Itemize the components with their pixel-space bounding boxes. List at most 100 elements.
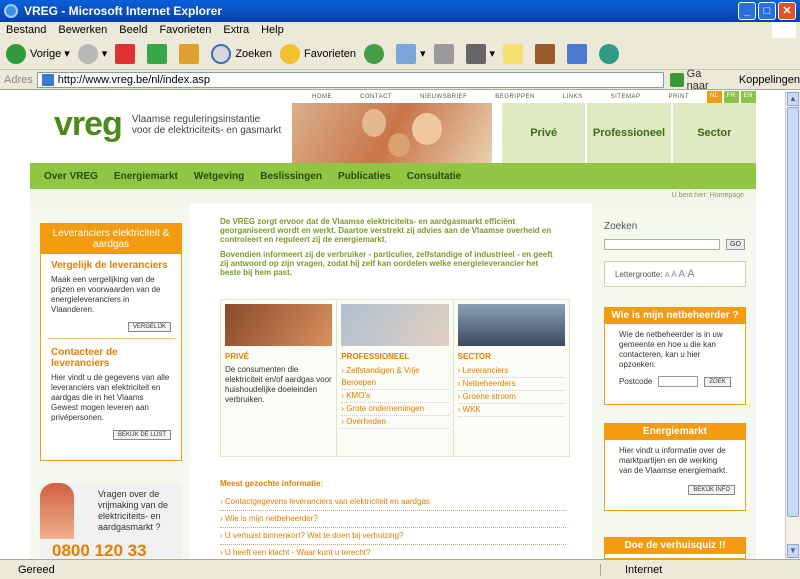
refresh-button[interactable] — [147, 43, 171, 64]
faq-link[interactable]: › U verhuist binnenkort? Wat te doen bij… — [220, 528, 566, 545]
topnav-home[interactable]: HOME — [298, 91, 346, 103]
discuss-button[interactable] — [503, 43, 527, 64]
nav-energiemarkt[interactable]: Energiemarkt — [114, 171, 178, 182]
link-netbeheerders[interactable]: › Netbeheerders — [457, 378, 565, 391]
lang-en[interactable]: EN — [740, 91, 756, 103]
back-button[interactable]: Vorige ▾ — [6, 43, 70, 64]
netbeheerder-box: Wie is mijn netbeheerder ? Wie de netbeh… — [604, 307, 746, 405]
menu-favorieten[interactable]: Favorieten — [159, 24, 211, 36]
segment-prive[interactable]: Privé — [500, 103, 585, 163]
minimize-button[interactable]: _ — [738, 2, 756, 20]
intro-paragraph-1: De VREG zorgt ervoor dat de Vlaamse elek… — [220, 217, 552, 244]
prive-title[interactable]: PRIVÉ — [225, 352, 332, 361]
faq-link[interactable]: › Contactgegevens leveranciers van elekt… — [220, 494, 566, 511]
energiemarkt-text: Hier vindt u informatie over de marktpar… — [619, 446, 728, 475]
font-size-medium[interactable]: A — [671, 270, 676, 279]
status-bar: Gereed Internet — [0, 559, 800, 579]
vergelijk-button[interactable]: VERGELIJK — [127, 322, 171, 332]
scroll-up-icon[interactable]: ▲ — [787, 92, 799, 106]
links-button[interactable]: Koppelingen — [739, 74, 800, 86]
link-zelfstandigen[interactable]: › Zelfstandigen & Vrije Beroepen — [341, 365, 449, 390]
link-grote-ondernemingen[interactable]: › Grote ondernemingen — [341, 403, 449, 416]
menu-bestand[interactable]: Bestand — [6, 24, 46, 36]
topnav-print[interactable]: PRINT — [654, 91, 703, 103]
card-professioneel: PROFESSIONEEL › Zelfstandigen & Vrije Be… — [337, 300, 454, 456]
nav-publicaties[interactable]: Publicaties — [338, 171, 391, 182]
main-nav: Over VREG Energiemarkt Wetgeving Besliss… — [30, 163, 756, 189]
search-label: Zoeken — [604, 221, 638, 232]
contacteer-title[interactable]: Contacteer de leveranciers — [41, 341, 181, 373]
page-viewport: HOME CONTACT NIEUWSBRIEF BEGRIPPEN LINKS… — [0, 91, 785, 559]
topnav-begrippen[interactable]: BEGRIPPEN — [481, 91, 549, 103]
home-button[interactable] — [179, 43, 203, 64]
mail-icon — [396, 43, 416, 64]
media-button[interactable] — [567, 43, 591, 64]
print-button[interactable] — [433, 43, 458, 64]
logo-text: vreg — [54, 105, 123, 143]
link-kmo[interactable]: › KMO's — [341, 390, 449, 403]
nav-beslissingen[interactable]: Beslissingen — [260, 171, 322, 182]
close-button[interactable]: ✕ — [778, 2, 796, 20]
forward-button[interactable]: ▾ — [77, 43, 107, 64]
bekijk-info-button[interactable]: BEKIJK INFO — [688, 485, 735, 495]
vergelijk-title[interactable]: Vergelijk de leveranciers — [41, 254, 181, 275]
nav-consultatie[interactable]: Consultatie — [407, 171, 461, 182]
segment-cards: PRIVÉ De consumenten die elektriciteit e… — [220, 299, 570, 457]
messenger-button[interactable] — [599, 43, 623, 64]
faq-link[interactable]: › Wie is mijn netbeheerder? — [220, 511, 566, 528]
font-size-large[interactable]: A — [678, 269, 685, 280]
maximize-button[interactable]: □ — [758, 2, 776, 20]
font-size-xlarge[interactable]: A — [687, 268, 694, 280]
menu-help[interactable]: Help — [261, 24, 284, 36]
menu-beeld[interactable]: Beeld — [119, 24, 147, 36]
helpline-question: Vragen over de vrijmaking van de elektri… — [98, 489, 169, 532]
go-button[interactable]: Ga naar — [670, 68, 725, 92]
font-size-small[interactable]: A — [665, 272, 670, 279]
window-title: VREG - Microsoft Internet Explorer — [24, 4, 223, 18]
topnav-contact[interactable]: CONTACT — [346, 91, 406, 103]
search-go-button[interactable]: GO — [726, 239, 745, 250]
energiemarkt-title: Energiemarkt — [605, 424, 745, 440]
energiemarkt-box: Energiemarkt Hier vindt u informatie ove… — [604, 423, 746, 511]
link-leveranciers[interactable]: › Leveranciers — [457, 365, 565, 378]
faq-title: Meest gezochte informatie: — [220, 479, 324, 488]
scroll-thumb[interactable] — [787, 107, 799, 517]
stop-button[interactable] — [115, 43, 139, 64]
zoek-button[interactable]: ZOEK — [704, 376, 731, 387]
scroll-down-icon[interactable]: ▼ — [787, 544, 799, 558]
menu-extra[interactable]: Extra — [223, 24, 249, 36]
nav-wetgeving[interactable]: Wetgeving — [194, 171, 244, 182]
faq-link[interactable]: › U heeft een klacht - Waar kunt u terec… — [220, 545, 566, 559]
history-button[interactable] — [364, 43, 388, 64]
forward-icon — [77, 43, 98, 64]
topnav-links[interactable]: LINKS — [549, 91, 597, 103]
edit-button[interactable]: ▾ — [465, 43, 495, 64]
link-groene-stroom[interactable]: › Groene stroom — [457, 391, 565, 404]
topnav-nieuwsbrief[interactable]: NIEUWSBRIEF — [406, 91, 481, 103]
bekijk-lijst-button[interactable]: BEKIJK DE LIJST — [112, 430, 171, 440]
topnav-sitemap[interactable]: SITEMAP — [597, 91, 655, 103]
segment-professioneel[interactable]: Professioneel — [585, 103, 670, 163]
menu-bewerken[interactable]: Bewerken — [58, 24, 107, 36]
verhuisquiz-title: Doe de verhuisquiz !! — [605, 538, 745, 554]
segment-sector[interactable]: Sector — [670, 103, 756, 163]
postcode-input[interactable] — [658, 376, 699, 387]
research-button[interactable] — [535, 43, 559, 64]
link-wkk[interactable]: › WKK — [457, 404, 565, 417]
lang-fr[interactable]: FR — [723, 91, 739, 103]
font-size-control: Lettergrootte: A A A A — [604, 261, 746, 287]
vertical-scrollbar[interactable]: ▲ ▼ — [785, 91, 800, 559]
lang-nl[interactable]: NL — [706, 91, 722, 103]
star-icon — [280, 43, 301, 64]
favorites-button[interactable]: Favorieten — [280, 43, 356, 64]
address-input[interactable]: http://www.vreg.be/nl/index.asp — [36, 71, 665, 88]
mail-button[interactable]: ▾ — [396, 43, 426, 64]
vreg-logo[interactable]: vreg Vlaamse reguleringsinstantie voor d… — [54, 105, 281, 144]
professioneel-title[interactable]: PROFESSIONEEL — [341, 352, 448, 361]
link-overheden[interactable]: › Overheden — [341, 416, 449, 429]
sector-title[interactable]: SECTOR — [458, 352, 565, 361]
nav-over-vreg[interactable]: Over VREG — [44, 171, 98, 182]
verhuisquiz-box[interactable]: Doe de verhuisquiz !! — [604, 537, 746, 559]
search-button[interactable]: Zoeken — [211, 43, 272, 64]
site-search-input[interactable] — [604, 239, 720, 250]
